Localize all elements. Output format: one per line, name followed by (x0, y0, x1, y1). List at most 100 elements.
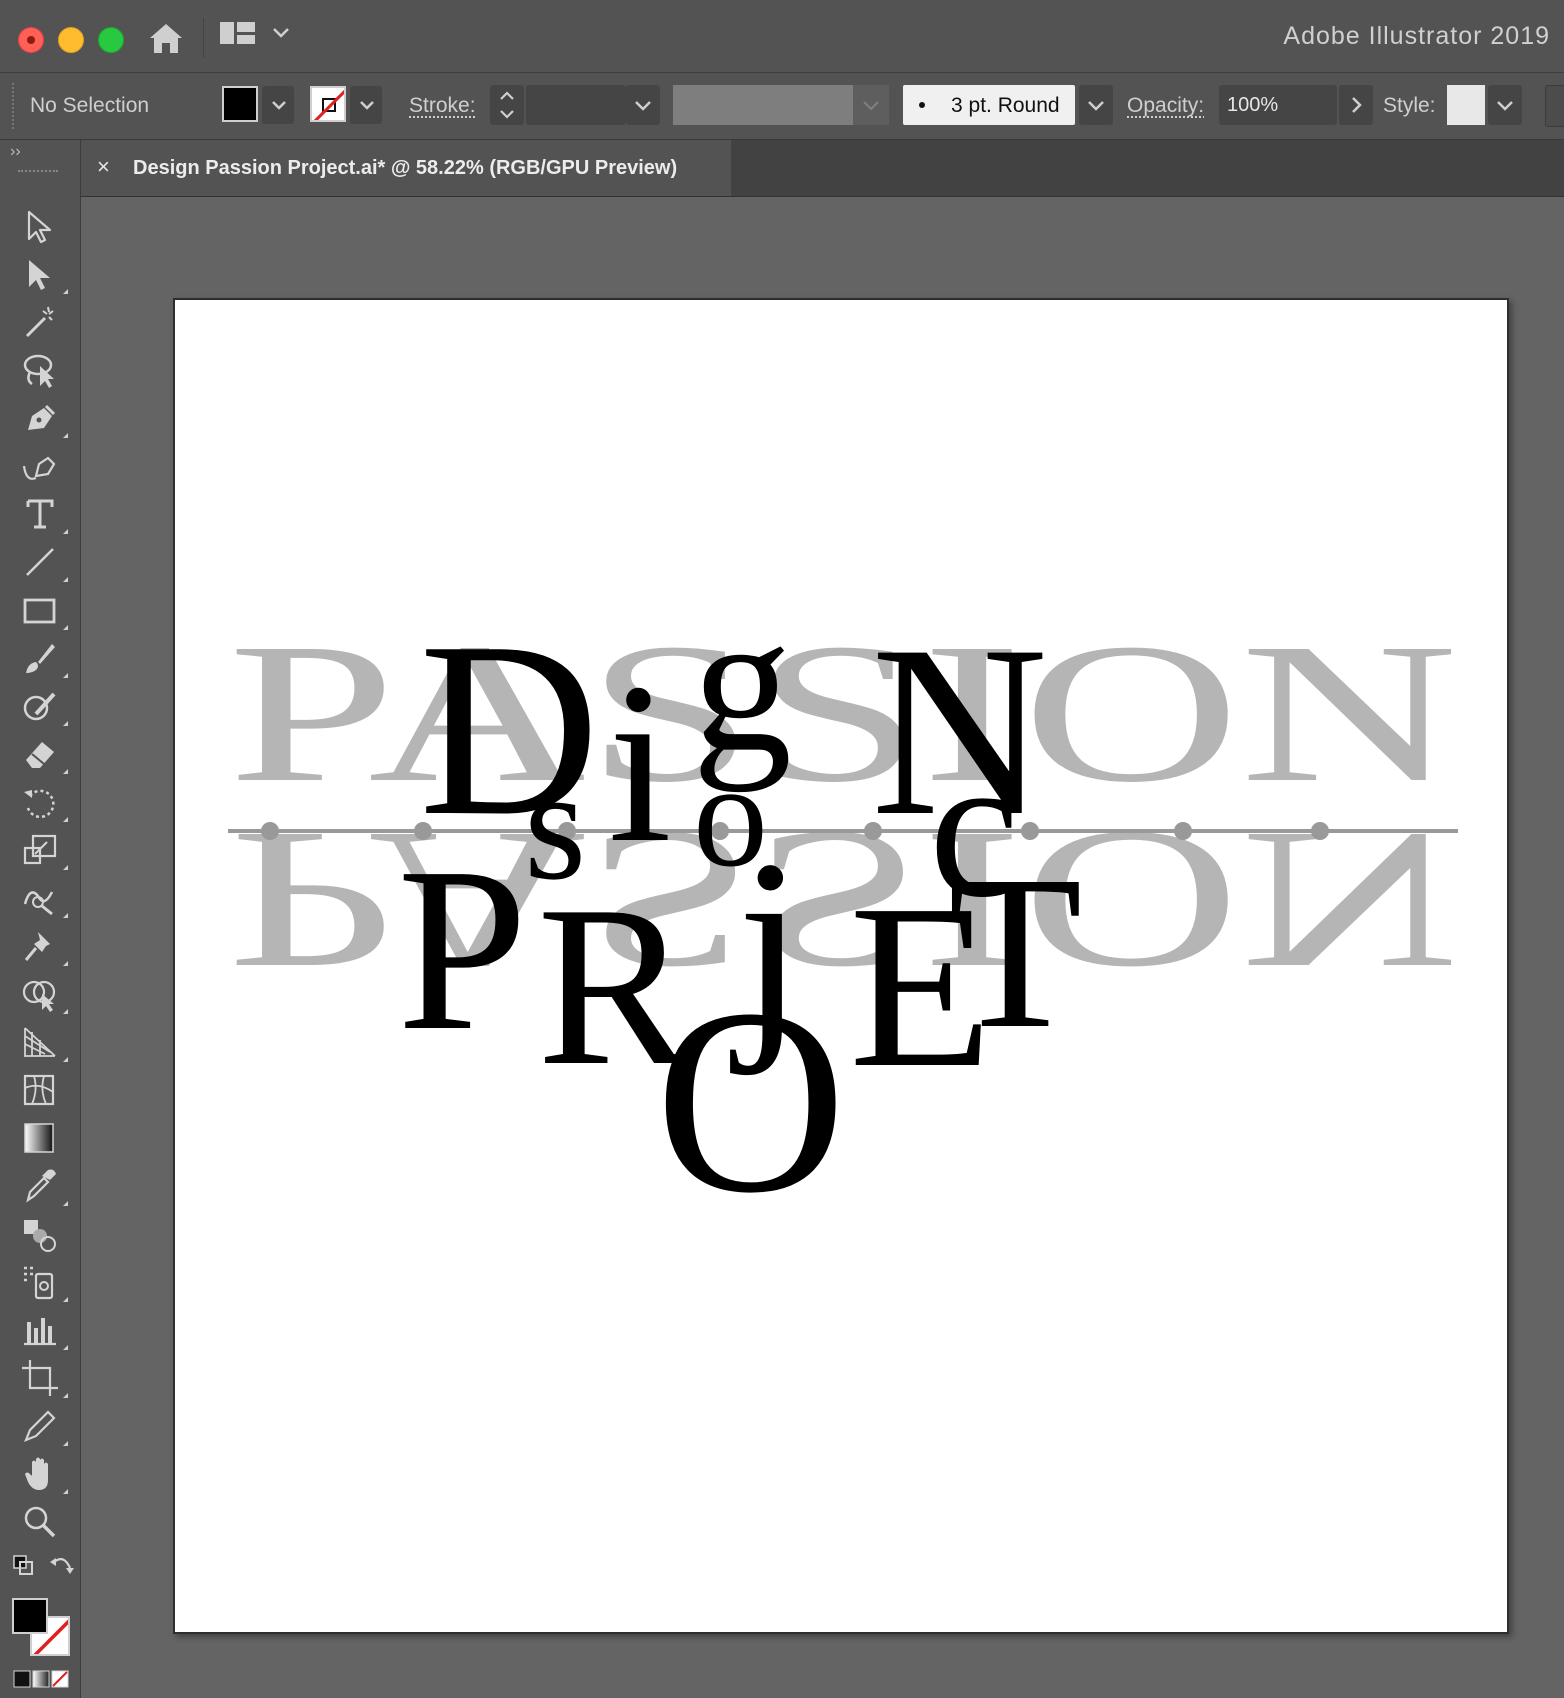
stroke-color-swatch[interactable] (310, 86, 346, 122)
rectangle-icon (20, 590, 60, 630)
slice-tool[interactable] (18, 1404, 68, 1448)
opacity-value: 100% (1227, 94, 1278, 117)
document-tab[interactable]: × Design Passion Project.ai* @ 58.22% (R… (81, 140, 731, 196)
stroke-color-dropdown[interactable] (350, 86, 382, 124)
mesh-icon (20, 1070, 60, 1110)
lasso-icon (20, 350, 60, 390)
brush-label: 3 pt. Round (951, 94, 1060, 118)
line-segment-icon (20, 542, 60, 582)
column-graph-icon (20, 1310, 60, 1350)
shaper-icon (20, 686, 60, 726)
opacity-input[interactable]: 100% (1219, 85, 1337, 125)
gradient-tool[interactable] (18, 1116, 68, 1160)
graphic-style-swatch[interactable] (1447, 85, 1485, 125)
puppet-warp-tool[interactable] (18, 924, 68, 968)
tools-grip[interactable] (18, 170, 58, 175)
rectangle-tool[interactable] (18, 588, 68, 632)
stroke-weight-dropdown[interactable] (626, 85, 660, 125)
artboard[interactable]: PASSION PASSION D s i g o N c T P R j E … (173, 298, 1509, 1634)
paintbrush-tool[interactable] (18, 636, 68, 680)
opacity-label[interactable]: Opacity: (1127, 94, 1204, 118)
pen-nib-icon (20, 398, 60, 438)
shape-builder-tool[interactable] (18, 972, 68, 1016)
rotate-tool[interactable] (18, 780, 68, 824)
blend-tool[interactable] (18, 1212, 68, 1256)
fill-swatch[interactable] (12, 1598, 48, 1634)
fill-color-swatch[interactable] (222, 86, 258, 122)
magic-wand-tool[interactable] (18, 300, 68, 344)
scale-tool[interactable] (18, 828, 68, 872)
warp-icon (20, 878, 60, 918)
workspace-switcher-icon[interactable] (220, 22, 256, 46)
stroke-weight-stepper[interactable] (490, 85, 524, 125)
blend-icon (20, 1214, 60, 1254)
hand-tool[interactable] (18, 1452, 68, 1496)
letter-E: E (849, 856, 993, 1116)
collapse-panel-button[interactable]: ›› (10, 143, 21, 161)
eyedropper-tool[interactable] (18, 1164, 68, 1208)
symbol-sprayer-icon (20, 1262, 60, 1302)
window-minimize-button[interactable] (58, 27, 84, 53)
rotate-icon (20, 782, 60, 822)
tools-panel: ›› (0, 140, 81, 1698)
selection-tool[interactable] (18, 204, 68, 248)
more-options-button[interactable] (1545, 85, 1564, 127)
perspective-grid-icon (20, 1022, 60, 1062)
default-fill-stroke-button[interactable] (8, 1550, 38, 1580)
eraser-icon (20, 734, 60, 774)
mesh-tool[interactable] (18, 1068, 68, 1112)
lasso-tool[interactable] (18, 348, 68, 392)
window-close-button[interactable] (18, 27, 44, 53)
window-maximize-button[interactable] (98, 27, 124, 53)
close-tab-button[interactable]: × (97, 154, 110, 180)
stroke-label[interactable]: Stroke: (409, 94, 476, 118)
pushpin-icon (20, 926, 60, 966)
style-label: Style: (1383, 94, 1436, 118)
control-bar: No Selection Stroke: 3 pt. Round Opacity… (0, 73, 1564, 140)
title-bar: Adobe Illustrator 2019 (0, 0, 1564, 73)
variable-width-dropdown[interactable] (853, 85, 889, 125)
curvature-tool[interactable] (18, 444, 68, 488)
letter-i: i (608, 635, 672, 890)
shaper-tool[interactable] (18, 684, 68, 728)
stroke-weight-input[interactable] (526, 85, 626, 125)
magic-wand-icon (20, 302, 60, 342)
magnifier-icon (20, 1502, 60, 1542)
scale-icon (20, 830, 60, 870)
fill-dropdown[interactable] (262, 86, 294, 124)
eraser-tool[interactable] (18, 732, 68, 776)
eyedropper-icon (20, 1166, 60, 1206)
column-graph-tool[interactable] (18, 1308, 68, 1352)
chevron-down-icon[interactable] (272, 26, 290, 40)
panel-grip[interactable] (12, 83, 18, 129)
zoom-tool[interactable] (18, 1500, 68, 1544)
artboard-tool[interactable] (18, 1356, 68, 1400)
pen-tool[interactable] (18, 396, 68, 440)
color-gradient-none-icon (12, 1668, 72, 1690)
color-mode-buttons[interactable] (10, 1666, 70, 1690)
perspective-grid-tool[interactable] (18, 1020, 68, 1064)
selection-status: No Selection (30, 94, 149, 118)
brush-dot-icon (919, 102, 925, 108)
swap-fill-stroke-button[interactable] (46, 1550, 76, 1580)
swap-arrows-icon (48, 1552, 76, 1580)
slice-knife-icon (20, 1406, 60, 1446)
shape-builder-icon (20, 974, 60, 1014)
symbol-sprayer-tool[interactable] (18, 1260, 68, 1304)
direct-selection-tool[interactable] (18, 252, 68, 296)
artwork[interactable]: PASSION PASSION D s i g o N c T P R j E … (175, 300, 1507, 1632)
selection-arrow-icon (20, 206, 60, 246)
type-tool[interactable] (18, 492, 68, 536)
gradient-icon (20, 1118, 60, 1158)
canvas-area[interactable]: PASSION PASSION D s i g o N c T P R j E … (81, 197, 1564, 1698)
app-title: Adobe Illustrator 2019 (1283, 22, 1550, 51)
opacity-slider-button[interactable] (1339, 85, 1373, 125)
home-icon[interactable] (146, 20, 186, 56)
variable-width-profile[interactable] (673, 85, 853, 125)
line-segment-tool[interactable] (18, 540, 68, 584)
warp-tool[interactable] (18, 876, 68, 920)
brush-dropdown[interactable] (1079, 85, 1113, 125)
brush-definition[interactable]: 3 pt. Round (903, 85, 1075, 125)
graphic-style-dropdown[interactable] (1488, 85, 1522, 125)
hand-icon (20, 1454, 60, 1494)
